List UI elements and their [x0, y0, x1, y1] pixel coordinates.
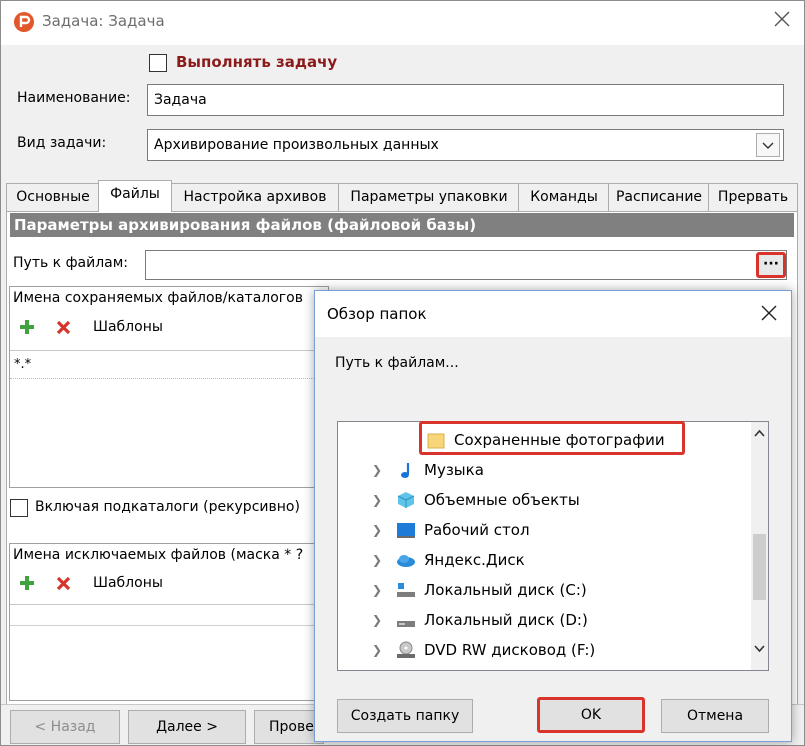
templates-button[interactable]: Шаблоны	[93, 319, 163, 335]
3d-objects-icon	[397, 492, 415, 508]
tree-scrollbar[interactable]	[751, 422, 768, 670]
tab-main[interactable]: Основные	[6, 183, 100, 212]
tab-schedule[interactable]: Расписание	[608, 183, 710, 212]
excluded-files-label: Имена исключаемых файлов (маска * ?	[13, 547, 304, 563]
tree-item-label: Локальный диск (D:)	[424, 611, 588, 629]
chevron-right-icon[interactable]: ❯	[372, 636, 384, 664]
tree-item-yandex-disk[interactable]: ❯ Яндекс.Диск	[338, 546, 748, 574]
dialog-prompt: Путь к файлам...	[335, 355, 459, 371]
close-icon[interactable]	[772, 9, 792, 29]
back-button[interactable]: < Назад	[10, 710, 120, 744]
tree-item-label: Яндекс.Диск	[424, 551, 525, 569]
app-logo-icon	[14, 12, 34, 32]
scroll-down-icon[interactable]	[753, 644, 766, 654]
tree-item-label: Локальный диск (C:)	[424, 581, 587, 599]
dvd-drive-icon	[397, 641, 415, 658]
tab-abort[interactable]: Прервать	[708, 183, 798, 212]
task-type-dropdown-button[interactable]	[756, 133, 780, 157]
tree-item-label: Рабочий стол	[424, 521, 530, 539]
browse-folder-dialog: Обзор папок Путь к файлам... Сохраненные…	[314, 290, 792, 742]
chevron-right-icon[interactable]: ❯	[372, 486, 384, 514]
tree-item-label: Объемные объекты	[424, 491, 580, 509]
chevron-right-icon[interactable]: ❯	[372, 546, 384, 574]
tree-item-desktop[interactable]: ❯ Рабочий стол	[338, 516, 748, 544]
desktop-icon	[397, 523, 415, 538]
dialog-close-icon[interactable]	[759, 303, 779, 323]
tab-files[interactable]: Файлы	[98, 180, 172, 212]
execute-task-checkbox[interactable]	[149, 54, 167, 72]
scrollbar-thumb[interactable]	[753, 534, 766, 600]
chevron-right-icon[interactable]: ❯	[372, 516, 384, 544]
name-input[interactable]: Задача	[147, 84, 784, 116]
tree-item-music[interactable]: ❯ Музыка	[338, 456, 748, 484]
path-label: Путь к файлам:	[13, 255, 129, 271]
dialog-title: Обзор папок	[327, 305, 427, 323]
recursive-label: Включая подкаталоги (рекурсивно)	[35, 499, 300, 515]
next-button[interactable]: Далее >	[128, 710, 246, 744]
path-input[interactable]	[145, 250, 787, 280]
music-icon	[401, 463, 410, 478]
tab-packing-params[interactable]: Параметры упаковки	[338, 183, 520, 212]
task-type-select[interactable]: Архивирование произвольных данных	[147, 129, 784, 161]
tree-item-label: DVD RW дисковод (F:)	[424, 641, 596, 659]
section-header: Параметры архивирования файлов (файловой…	[10, 213, 794, 237]
templates-button[interactable]: Шаблоны	[93, 575, 163, 591]
chevron-right-icon[interactable]: ❯	[372, 456, 384, 484]
list-item[interactable]	[10, 605, 328, 626]
new-folder-button[interactable]: Создать папку	[337, 699, 473, 733]
name-label: Наименование:	[17, 90, 131, 106]
tree-item-3d-objects[interactable]: ❯ Объемные объекты	[338, 486, 748, 514]
included-files-list[interactable]: *.*	[10, 350, 328, 486]
chevron-right-icon[interactable]: ❯	[372, 576, 384, 604]
tab-archive-settings[interactable]: Настройка архивов	[170, 183, 340, 212]
tab-commands[interactable]: Команды	[518, 183, 610, 212]
tab-strip: Основные Файлы Настройка архивов Парамет…	[6, 180, 798, 212]
tree-item-saved-photos[interactable]: Сохраненные фотографии	[338, 426, 748, 454]
chevron-right-icon[interactable]: ❯	[372, 606, 384, 634]
delete-icon[interactable]	[55, 575, 72, 592]
delete-icon[interactable]	[55, 319, 72, 336]
task-type-value: Архивирование произвольных данных	[154, 137, 439, 153]
drive-icon	[397, 621, 415, 627]
folder-icon	[427, 433, 445, 449]
system-drive-icon	[397, 583, 415, 597]
excluded-files-list[interactable]	[10, 604, 328, 700]
task-type-label: Вид задачи:	[17, 135, 107, 151]
cloud-icon	[397, 555, 415, 567]
tree-item-label: Сохраненные фотографии	[454, 431, 665, 449]
chevron-down-icon	[762, 142, 774, 149]
tree-item-label: Музыка	[424, 461, 484, 479]
ok-button[interactable]: OK	[537, 697, 645, 733]
tree-item-dvd-f[interactable]: ❯ DVD RW дисковод (F:)	[338, 636, 748, 664]
list-item[interactable]: *.*	[10, 351, 328, 379]
scroll-up-icon[interactable]	[753, 428, 766, 438]
window-title: Задача: Задача	[42, 12, 165, 30]
browse-button[interactable]: ···	[756, 252, 786, 278]
add-icon[interactable]	[18, 574, 36, 592]
tree-item-drive-d[interactable]: ❯ Локальный диск (D:)	[338, 606, 748, 634]
cancel-button[interactable]: Отмена	[661, 699, 769, 733]
included-files-label: Имена сохраняемых файлов/каталогов	[13, 290, 303, 306]
recursive-checkbox[interactable]	[10, 499, 28, 517]
add-icon[interactable]	[18, 318, 36, 336]
execute-task-label: Выполнять задачу	[176, 53, 338, 71]
tree-item-drive-c[interactable]: ❯ Локальный диск (C:)	[338, 576, 748, 604]
folder-tree[interactable]: Сохраненные фотографии ❯ Музыка ❯ Объемн…	[337, 421, 769, 671]
